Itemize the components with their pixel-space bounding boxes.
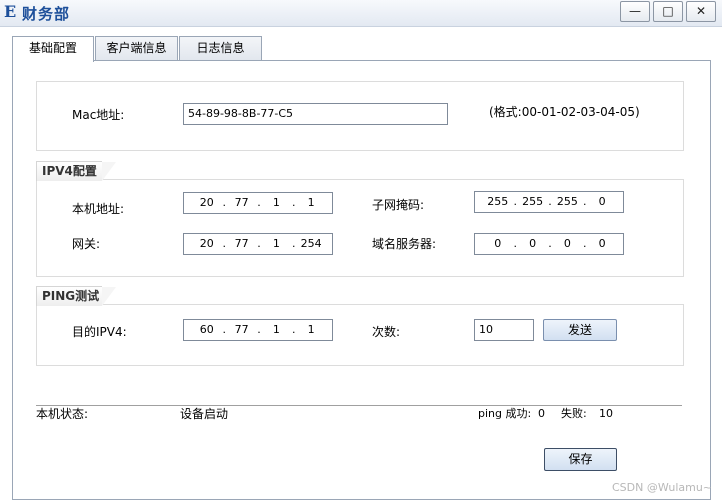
ping-target-label: 目的IPV4: bbox=[72, 325, 127, 339]
ip-octet: 1 bbox=[307, 323, 315, 336]
mac-label: Mac地址: bbox=[72, 108, 125, 122]
ip-octet: 77 bbox=[234, 196, 249, 209]
status-label: 本机状态: bbox=[36, 407, 89, 421]
tab-basic-config[interactable]: 基础配置 bbox=[12, 36, 94, 62]
ping-count-label: 次数: bbox=[372, 325, 401, 339]
ip-octet: 0 bbox=[563, 237, 571, 250]
ip-octet: 0 bbox=[529, 237, 537, 250]
window-title: 财务部 bbox=[22, 5, 71, 23]
ip-octet: 255 bbox=[556, 195, 578, 208]
gateway-input[interactable]: 20. 77. 1. 254 bbox=[183, 233, 333, 255]
ping-count-input[interactable]: 10 bbox=[474, 319, 534, 341]
local-address-input[interactable]: 20. 77. 1. 1 bbox=[183, 192, 333, 214]
save-button[interactable]: 保存 bbox=[544, 448, 617, 471]
gateway-label: 网关: bbox=[72, 237, 101, 251]
maximize-button[interactable]: □ bbox=[653, 1, 683, 22]
app-icon: E bbox=[4, 2, 17, 21]
minimize-button[interactable]: — bbox=[620, 1, 650, 22]
status-divider bbox=[36, 405, 682, 406]
title-bar: E 财务部 — □ ✕ bbox=[0, 0, 722, 27]
mac-input[interactable]: 54-89-98-8B-77-C5 bbox=[183, 103, 448, 125]
watermark: CSDN @Wulamu~ bbox=[612, 481, 713, 494]
close-button[interactable]: ✕ bbox=[686, 1, 716, 22]
fail-value: 10 bbox=[599, 407, 613, 420]
ip-octet: 77 bbox=[234, 323, 249, 336]
status-value: 设备启动 bbox=[180, 407, 229, 421]
ping-success-label: ping 成功: bbox=[478, 407, 532, 420]
ip-octet: 1 bbox=[272, 323, 280, 336]
ping-target-input[interactable]: 60. 77. 1. 1 bbox=[183, 319, 333, 341]
tab-client-info[interactable]: 客户端信息 bbox=[95, 36, 178, 60]
send-button[interactable]: 发送 bbox=[543, 319, 617, 341]
ip-octet: 20 bbox=[199, 237, 214, 250]
ipv4-group-title: IPV4配置 bbox=[36, 161, 116, 181]
ip-octet: 20 bbox=[199, 196, 214, 209]
ip-octet: 255 bbox=[487, 195, 509, 208]
ping-group-title: PING测试 bbox=[36, 286, 116, 306]
subnet-mask-input[interactable]: 255. 255. 255. 0 bbox=[474, 191, 624, 213]
ip-octet: 77 bbox=[234, 237, 249, 250]
ip-octet: 0 bbox=[494, 237, 502, 250]
mac-format-hint: (格式:00-01-02-03-04-05) bbox=[489, 105, 640, 119]
fail-label: 失败: bbox=[561, 407, 587, 420]
local-address-label: 本机地址: bbox=[72, 202, 125, 216]
dns-input[interactable]: 0. 0. 0. 0 bbox=[474, 233, 624, 255]
ip-octet: 0 bbox=[598, 195, 606, 208]
ip-octet: 1 bbox=[272, 237, 280, 250]
ip-octet: 254 bbox=[300, 237, 322, 250]
ip-octet: 1 bbox=[272, 196, 280, 209]
dns-label: 域名服务器: bbox=[372, 237, 437, 251]
tab-log-info[interactable]: 日志信息 bbox=[179, 36, 262, 60]
ping-success-value: 0 bbox=[538, 407, 545, 420]
ip-octet: 255 bbox=[522, 195, 544, 208]
ip-octet: 60 bbox=[199, 323, 214, 336]
subnet-mask-label: 子网掩码: bbox=[372, 198, 425, 212]
ip-octet: 1 bbox=[307, 196, 315, 209]
ip-octet: 0 bbox=[598, 237, 606, 250]
